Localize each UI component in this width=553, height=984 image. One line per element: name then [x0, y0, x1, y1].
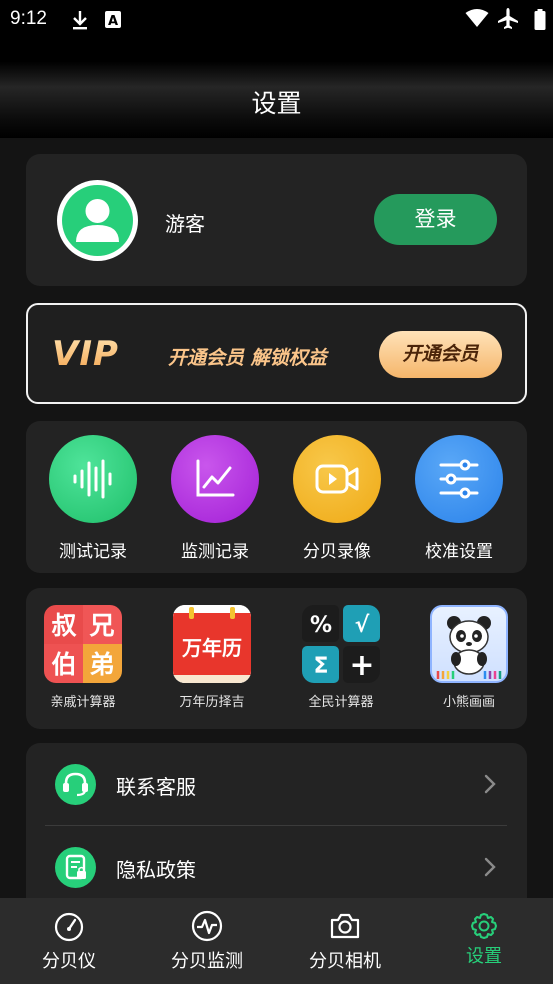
app-glyph: Σ: [313, 654, 328, 679]
app-perpetual-calendar[interactable]: 万年历 万年历择吉: [155, 605, 269, 710]
nav-label: 分贝仪: [42, 951, 96, 972]
relative-calculator-icon: 叔 兄 伯 弟: [44, 605, 122, 683]
gauge-icon: [53, 910, 85, 946]
calculator-icon: % √ Σ +: [302, 605, 380, 683]
app-glyph: 弟: [89, 650, 114, 679]
app-label: 小熊画画: [442, 695, 495, 710]
chevron-right-icon: [484, 774, 496, 798]
app-glyph: 叔: [51, 611, 77, 640]
app-label: 全民计算器: [308, 695, 374, 710]
feature-label: 分贝录像: [303, 542, 371, 562]
settings-list-card: 联系客服 隐私政策: [26, 743, 527, 903]
vip-logo: VIP: [52, 334, 119, 374]
page-title: 设置: [251, 89, 302, 118]
wifi-icon: [465, 8, 489, 32]
avatar[interactable]: [57, 180, 138, 261]
chevron-right-icon: [484, 857, 496, 881]
feature-calibration[interactable]: 校准设置: [404, 435, 514, 562]
bottom-nav: 分贝仪 分贝监测 分贝相机 设置: [0, 898, 553, 984]
list-item-privacy-policy[interactable]: 隐私政策: [26, 826, 527, 909]
row-label: 隐私政策: [116, 858, 196, 882]
download-icon: [70, 9, 90, 35]
sliders-icon: [415, 435, 503, 523]
app-glyph: +: [349, 648, 374, 683]
app-label: 万年历择吉: [179, 695, 245, 710]
feature-label: 测试记录: [59, 542, 127, 562]
nav-label: 分贝监测: [171, 951, 243, 972]
video-camera-icon: [293, 435, 381, 523]
app-glyph: 伯: [51, 650, 76, 679]
vip-banner[interactable]: VIP 开通会员 解锁权益 开通会员: [26, 303, 527, 404]
guest-name: 游客: [165, 212, 205, 236]
app-glyph: %: [310, 613, 332, 638]
vip-slogan: 开通会员 解锁权益: [168, 347, 327, 369]
app-glyph: 万年历: [181, 636, 242, 660]
status-time: 9:12: [10, 8, 47, 29]
camera-icon: [329, 910, 361, 946]
airplane-mode-icon: [497, 7, 519, 34]
tab-decibel-meter[interactable]: 分贝仪: [0, 898, 138, 984]
headset-icon: [55, 764, 96, 805]
app-bear-drawing[interactable]: 小熊画画: [412, 605, 526, 710]
status-bar: 9:12 A: [0, 0, 553, 40]
tab-settings[interactable]: 设置: [415, 898, 553, 984]
nav-label: 分贝相机: [309, 951, 381, 972]
app-relative-calculator[interactable]: 叔 兄 伯 弟 亲戚计算器: [26, 605, 140, 710]
panda-drawing-icon: [430, 605, 508, 683]
feature-monitor-records[interactable]: 监测记录: [160, 435, 270, 562]
list-item-contact-support[interactable]: 联系客服: [26, 743, 527, 826]
open-vip-button[interactable]: 开通会员: [379, 331, 502, 378]
svg-text:A: A: [108, 14, 118, 29]
calendar-icon: 万年历: [173, 605, 251, 683]
feature-decibel-video[interactable]: 分贝录像: [282, 435, 392, 562]
gear-icon: [469, 911, 499, 945]
feature-test-records[interactable]: 测试记录: [38, 435, 148, 562]
privacy-document-icon: [55, 847, 96, 888]
feature-label: 监测记录: [181, 542, 249, 562]
app-label: 亲戚计算器: [50, 695, 116, 710]
battery-icon: [534, 9, 546, 34]
app-glyph: √: [355, 613, 370, 638]
profile-card: 游客 登录: [26, 154, 527, 286]
line-chart-icon: [171, 435, 259, 523]
keyboard-a-icon: A: [104, 10, 122, 33]
tab-decibel-monitor[interactable]: 分贝监测: [138, 898, 276, 984]
waveform-icon: [49, 435, 137, 523]
feature-label: 校准设置: [425, 542, 493, 562]
nav-label: 设置: [466, 946, 502, 967]
features-card: 测试记录 监测记录 分贝录像 校准设置: [26, 421, 527, 573]
app-header: 设置: [0, 40, 553, 138]
user-avatar-icon: [62, 185, 133, 256]
app-glyph: 兄: [88, 611, 114, 640]
login-button[interactable]: 登录: [374, 194, 497, 245]
pulse-icon: [191, 910, 223, 946]
recommended-apps-card: 叔 兄 伯 弟 亲戚计算器 万年历 万年历择吉 % √ Σ + 全民计算器 小熊…: [26, 588, 527, 729]
row-label: 联系客服: [116, 775, 196, 799]
app-calculator[interactable]: % √ Σ + 全民计算器: [284, 605, 398, 710]
tab-decibel-camera[interactable]: 分贝相机: [276, 898, 414, 984]
